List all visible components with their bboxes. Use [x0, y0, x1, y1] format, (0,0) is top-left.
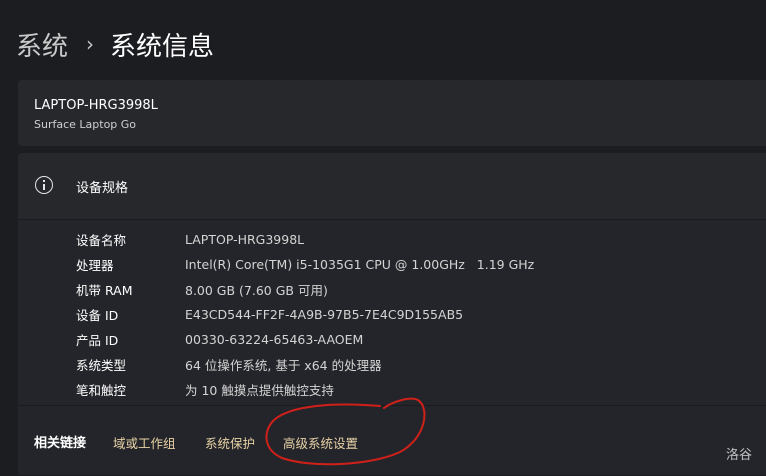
related-links: 相关链接 域或工作组 系统保护 高级系统设置 — [18, 405, 766, 476]
domain-workgroup-link[interactable]: 域或工作组 — [113, 433, 176, 452]
related-links-title: 相关链接 — [34, 432, 86, 451]
spec-label: 处理器 — [76, 255, 185, 274]
spec-value: 64 位操作系统, 基于 x64 的处理器 — [185, 355, 382, 374]
spec-row-product-id: 产品 ID 00330-63224-65463-AAOEM — [76, 329, 363, 349]
spec-row-system-type: 系统类型 64 位操作系统, 基于 x64 的处理器 — [76, 354, 382, 374]
spec-value: E43CD544-FF2F-4A9B-97B5-7E4C9D155AB5 — [185, 307, 463, 322]
advanced-system-settings-link[interactable]: 高级系统设置 — [283, 433, 358, 452]
system-protection-link[interactable]: 系统保护 — [205, 433, 255, 452]
breadcrumb: 系统 › 系统信息 — [16, 24, 214, 64]
spec-label: 机带 RAM — [76, 280, 185, 299]
device-specs-title: 设备规格 — [76, 177, 128, 196]
spec-value: Intel(R) Core(TM) i5-1035G1 CPU @ 1.00GH… — [185, 257, 534, 272]
spec-row-device-id: 设备 ID E43CD544-FF2F-4A9B-97B5-7E4C9D155A… — [76, 304, 463, 324]
spec-row-pen-touch: 笔和触控 为 10 触摸点提供触控支持 — [76, 379, 334, 399]
spec-row-processor: 处理器 Intel(R) Core(TM) i5-1035G1 CPU @ 1.… — [76, 254, 534, 274]
info-icon — [35, 176, 53, 194]
spec-value: 8.00 GB (7.60 GB 可用) — [185, 280, 328, 299]
page-title: 系统信息 — [110, 26, 214, 63]
spec-label: 笔和触控 — [76, 380, 185, 399]
spec-label: 设备名称 — [76, 230, 185, 249]
device-specs-card: 设备规格 设备名称 LAPTOP-HRG3998L 处理器 Intel(R) C… — [18, 153, 766, 475]
device-model: Surface Laptop Go — [34, 118, 136, 131]
device-name: LAPTOP-HRG3998L — [34, 98, 158, 113]
device-specs-header[interactable]: 设备规格 — [18, 153, 766, 220]
breadcrumb-parent[interactable]: 系统 — [16, 26, 68, 63]
spec-label: 设备 ID — [76, 305, 185, 324]
breadcrumb-chevron-icon: › — [86, 32, 94, 56]
watermark: 洛谷 — [726, 444, 752, 463]
spec-label: 系统类型 — [76, 355, 185, 374]
spec-value: LAPTOP-HRG3998L — [185, 232, 304, 247]
spec-row-ram: 机带 RAM 8.00 GB (7.60 GB 可用) — [76, 279, 328, 299]
spec-value: 为 10 触摸点提供触控支持 — [185, 380, 334, 399]
spec-value: 00330-63224-65463-AAOEM — [185, 332, 363, 347]
spec-row-device-name: 设备名称 LAPTOP-HRG3998L — [76, 229, 304, 249]
spec-label: 产品 ID — [76, 330, 185, 349]
device-card: LAPTOP-HRG3998L Surface Laptop Go — [18, 80, 766, 146]
